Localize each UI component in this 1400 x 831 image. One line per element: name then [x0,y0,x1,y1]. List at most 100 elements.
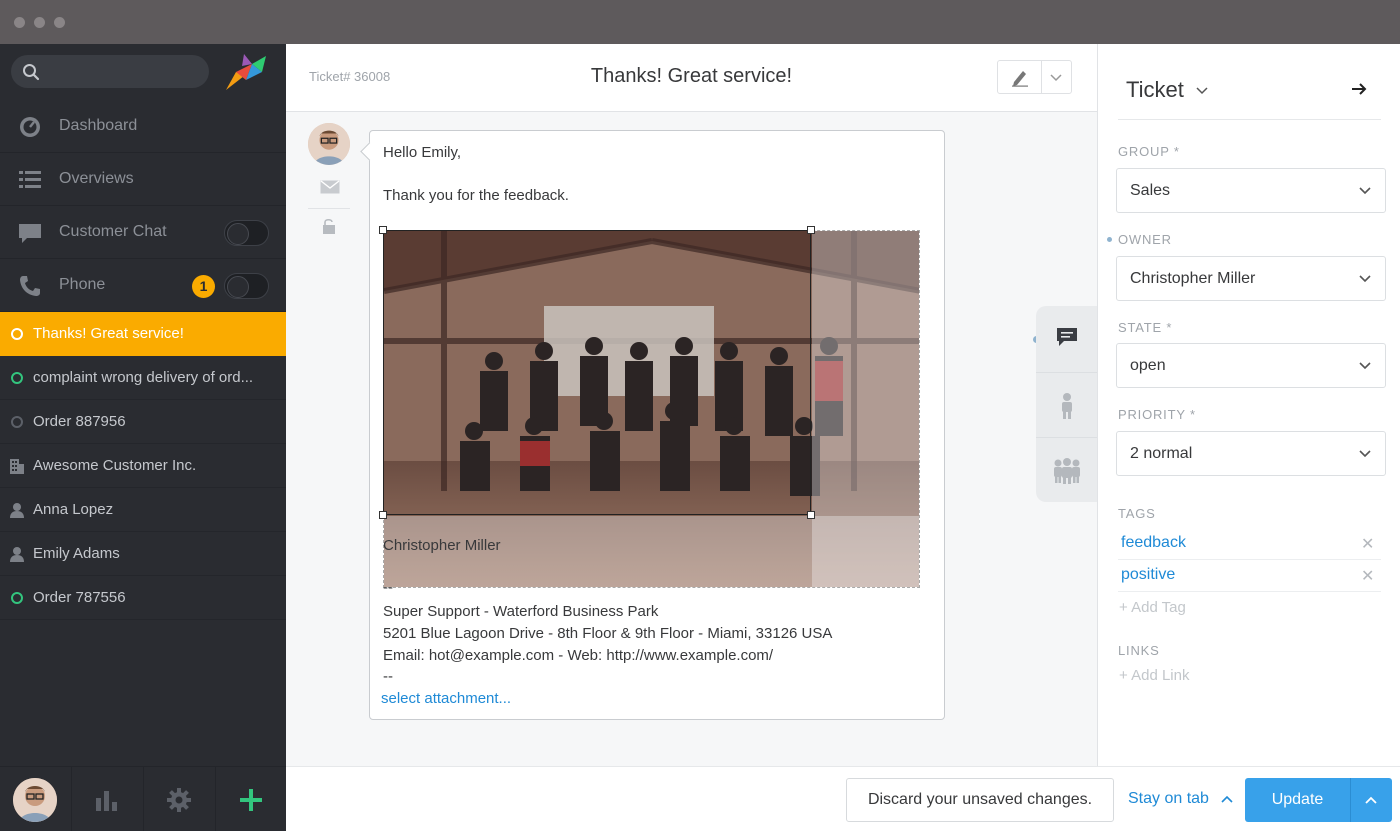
list-icon [19,171,41,188]
nav-dashboard-label: Dashboard [59,117,138,134]
window-minimize-button[interactable] [34,17,45,28]
remove-tag-positive-icon[interactable]: ✕ [1361,566,1374,586]
nav-phone-label: Phone [59,276,106,293]
ticket-title[interactable]: Thanks! Great service! [286,65,1097,88]
nav-customer-chat-label: Customer Chat [59,223,167,240]
nav-customer-chat[interactable]: Customer Chat [0,207,286,259]
avatar [13,778,57,822]
task-item-thanks-great-service[interactable]: Thanks! Great service! [0,312,286,356]
customer-chat-toggle[interactable] [224,220,269,246]
panel-title[interactable]: Ticket [1126,77,1208,103]
reporting-button[interactable] [72,767,144,831]
resize-handle-top-right[interactable] [807,226,815,234]
phone-count-badge: 1 [192,275,215,298]
task-item-order-887956[interactable]: Order 887956 [0,400,286,444]
task-item-emily-adams[interactable]: Emily Adams [0,532,286,576]
tag-feedback[interactable]: feedback [1121,534,1186,552]
priority-select[interactable]: 2 normal [1116,431,1386,476]
task-label: complaint wrong delivery of ord... [33,369,254,386]
task-item-complaint[interactable]: complaint wrong delivery of ord... [0,356,286,400]
task-item-order-787556[interactable]: Order 787556 [0,576,286,620]
signature-address: 5201 Blue Lagoon Drive - 8th Floor & 9th… [383,625,833,642]
dashboard-icon [20,117,40,137]
panel-title-label: Ticket [1126,77,1184,102]
email-icon[interactable] [320,180,340,194]
chevron-down-icon [1359,450,1371,458]
chevron-down-icon [1359,187,1371,195]
nav-overviews[interactable]: Overviews [0,154,286,206]
nav-phone[interactable]: Phone 1 [0,260,286,312]
phone-icon [20,276,40,296]
search-input[interactable] [11,55,209,88]
pencil-icon [1012,71,1028,87]
app-logo[interactable] [222,50,270,99]
update-button[interactable]: Update [1245,778,1392,822]
task-label: Anna Lopez [33,501,114,518]
comment-icon [1057,328,1077,346]
phone-toggle[interactable] [224,273,269,299]
user-icon [10,547,24,562]
add-link-link[interactable]: + Add Link [1119,667,1189,684]
priority-label: PRIORITY * [1118,407,1196,422]
signature-contact: Email: hot@example.com - Web: http://www… [383,647,774,664]
update-label: Update [1271,791,1324,808]
chat-icon [19,224,41,243]
unlock-icon[interactable] [322,218,336,235]
ticket-header: Ticket# 36008 Thanks! Great service! [286,44,1097,112]
chevron-up-icon[interactable] [1365,796,1377,804]
owner-select[interactable]: Christopher Miller [1116,256,1386,301]
divider [1118,119,1381,120]
task-item-awesome-customer[interactable]: Awesome Customer Inc. [0,444,286,488]
nav-overviews-label: Overviews [59,170,134,187]
organization-icon [10,459,24,474]
person-icon [1062,393,1072,419]
window-close-button[interactable] [14,17,25,28]
avatar[interactable] [308,123,350,165]
add-tag-link[interactable]: + Add Tag [1119,599,1186,616]
search-icon [23,64,40,81]
remove-tag-feedback-icon[interactable]: ✕ [1361,534,1374,554]
window-maximize-button[interactable] [54,17,65,28]
tag-positive[interactable]: positive [1121,566,1175,584]
resize-handle-bottom-left[interactable] [379,511,387,519]
article-editor[interactable]: Hello Emily, Thank you for the feedback. [369,130,945,720]
chevron-down-icon [1359,362,1371,370]
task-item-anna-lopez[interactable]: Anna Lopez [0,488,286,532]
ticket-actions-button[interactable] [997,60,1072,94]
select-attachment-link[interactable]: select attachment... [381,690,511,707]
signature-separator: -- [383,579,393,596]
status-closed-icon [11,416,23,428]
owner-marker [1107,237,1112,242]
resize-handle-bottom-right[interactable] [807,511,815,519]
sidebar: Dashboard Overviews Customer Chat Phone … [0,44,286,831]
image-crop-frame[interactable] [379,226,815,519]
state-select[interactable]: open [1116,343,1386,388]
settings-button[interactable] [144,767,216,831]
discard-changes-button[interactable]: Discard your unsaved changes. [846,778,1114,822]
status-open-icon [11,328,23,340]
group-select[interactable]: Sales [1116,168,1386,213]
state-label: STATE * [1118,320,1173,335]
arrow-right-icon[interactable] [1351,82,1367,96]
signature-separator: -- [383,668,393,685]
chevron-down-icon [1196,87,1208,95]
ticket-sidebar-tabs [1036,306,1097,502]
chevron-down-icon [1050,74,1062,82]
signature-name: Christopher Miller [383,537,501,554]
add-new-button[interactable] [216,767,286,831]
nav-dashboard[interactable]: Dashboard [0,101,286,153]
stay-on-tab-toggle[interactable]: Stay on tab [1128,790,1233,808]
group-icon [1054,458,1080,484]
resize-handle-top-left[interactable] [379,226,387,234]
user-menu-button[interactable] [0,767,72,831]
ticket-main: Ticket# 36008 Thanks! Great service! Hel… [286,44,1097,766]
bottom-action-bar: Discard your unsaved changes. Stay on ta… [286,766,1400,831]
tab-ticket[interactable] [1036,306,1097,371]
tab-organization[interactable] [1036,437,1097,502]
priority-value: 2 normal [1130,445,1193,462]
tab-customer[interactable] [1036,372,1097,437]
window-titlebar [0,0,1400,44]
task-label: Emily Adams [33,545,120,562]
group-value: Sales [1130,182,1171,199]
divider [1118,559,1381,560]
